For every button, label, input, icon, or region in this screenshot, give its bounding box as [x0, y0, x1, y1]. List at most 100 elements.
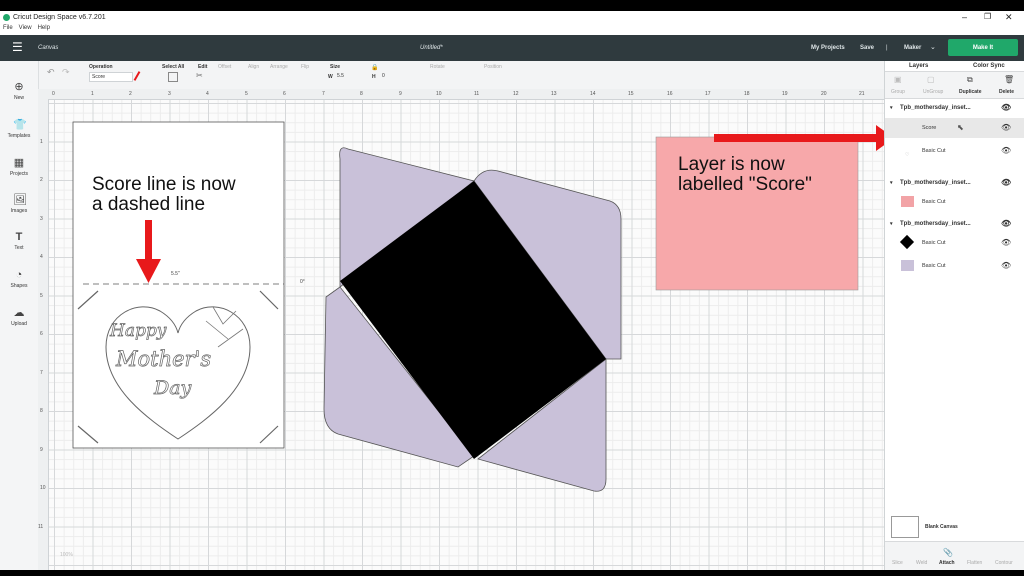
image-icon: 🖼	[13, 194, 27, 206]
flip-label: Flip	[301, 64, 310, 70]
chevron-down-icon[interactable]: ⌄	[930, 43, 936, 51]
arrow-right-head	[876, 125, 884, 151]
title-bar: Cricut Design Space v6.7.201 – ❐ ✕	[0, 11, 1024, 25]
close-icon[interactable]: ✕	[1005, 12, 1013, 23]
weld-button[interactable]: Weld	[916, 560, 927, 566]
layer-name: Basic Cut	[922, 240, 946, 246]
blank-canvas-label: Blank Canvas	[925, 524, 958, 530]
edit-toolbar: ↶ ↷ Operation Score Select All Edit ✂ Of…	[38, 61, 884, 90]
menu-view[interactable]: View	[19, 25, 32, 31]
delete-button[interactable]: Delete	[999, 89, 1014, 95]
save-button[interactable]: Save	[860, 45, 874, 51]
layer-group[interactable]: ▾ Tpb_mothersday_inset... 👁	[885, 219, 1024, 232]
ungroup-button[interactable]: UnGroup	[923, 89, 943, 95]
attach-icon[interactable]: 📎	[943, 548, 953, 557]
caret-down-icon[interactable]: ▾	[890, 180, 893, 186]
group-icon[interactable]: ▣	[894, 75, 902, 84]
design-canvas[interactable]: 0 1 2 3 4 5 6 7 8 9 10 11 12 13 14 15 16…	[38, 89, 884, 570]
operation-select[interactable]: Score	[89, 72, 133, 82]
ungroup-icon[interactable]: ▢	[927, 75, 935, 84]
contour-button[interactable]: Contour	[995, 560, 1013, 566]
height-label: H	[372, 74, 376, 80]
eye-icon[interactable]: 👁	[1001, 103, 1011, 112]
sidebar-item-upload[interactable]: ☁ Upload	[0, 307, 38, 327]
arrow-right-shaft	[714, 134, 876, 142]
duplicate-button[interactable]: Duplicate	[959, 89, 982, 95]
zoom-level[interactable]: 100%	[60, 552, 73, 558]
machine-select[interactable]: Maker	[904, 45, 921, 51]
position-label: Position	[484, 64, 502, 70]
flatten-button[interactable]: Flatten	[967, 560, 982, 566]
black-diamond-swatch	[899, 234, 915, 250]
sidebar-item-templates[interactable]: 👕 Templates	[0, 119, 38, 139]
menu-help[interactable]: Help	[38, 25, 50, 31]
panel-tabs: Layers Color Sync	[885, 61, 1024, 72]
width-label: W	[328, 74, 333, 80]
sidebar-item-projects[interactable]: ▦ Projects	[0, 157, 38, 177]
arrow-down-shaft	[145, 220, 152, 262]
app-header: ☰ Canvas Untitled* My Projects Save | Ma…	[0, 35, 1024, 61]
layer-group-name: Tpb_mothersday_inset...	[900, 221, 971, 227]
eye-icon[interactable]: 👁	[1001, 178, 1011, 187]
grid-icon: ▦	[13, 157, 25, 169]
edit-label: Edit	[198, 64, 208, 70]
tab-layers[interactable]: Layers	[909, 63, 928, 69]
card-panel[interactable]	[72, 121, 285, 449]
pen-icon[interactable]	[133, 71, 141, 81]
dimension-label: 5.5"	[171, 271, 180, 277]
layer-row[interactable]: Basic Cut 👁	[885, 256, 1024, 276]
select-all-icon[interactable]	[168, 72, 178, 82]
layer-name: Basic Cut	[922, 263, 946, 269]
menu-file[interactable]: File	[3, 25, 13, 31]
sidebar-item-text[interactable]: T Text	[0, 231, 38, 251]
layer-group-name: Tpb_mothersday_inset...	[900, 105, 971, 111]
make-it-button[interactable]: Make It	[948, 39, 1018, 56]
layer-name: Basic Cut	[922, 199, 946, 205]
minimize-icon[interactable]: –	[962, 12, 967, 22]
card-text-happy: Happy	[110, 321, 167, 342]
lilac-swatch	[901, 260, 914, 271]
shapes-icon: ◔	[15, 269, 23, 281]
duplicate-icon[interactable]: ⧉	[967, 75, 973, 85]
eye-icon[interactable]: 👁	[1001, 261, 1011, 270]
tab-color-sync[interactable]: Color Sync	[973, 63, 1005, 69]
attach-button[interactable]: Attach	[939, 560, 955, 566]
lock-icon[interactable]: 🔒	[371, 64, 378, 71]
eye-icon[interactable]: 👁	[1001, 219, 1011, 228]
group-button[interactable]: Group	[891, 89, 905, 95]
layer-name: Basic Cut	[922, 148, 946, 154]
layer-group-name: Tpb_mothersday_inset...	[900, 180, 971, 186]
layer-group[interactable]: ▾ Tpb_mothersday_inset... 👁	[885, 103, 1024, 116]
hamburger-icon[interactable]: ☰	[12, 40, 23, 54]
eye-icon[interactable]: 👁	[1001, 123, 1011, 132]
eye-icon[interactable]: 👁	[1001, 238, 1011, 247]
layer-row[interactable]: Basic Cut	[885, 192, 1024, 212]
menu-bar: File View Help	[0, 25, 1024, 35]
width-input[interactable]: 5.5	[335, 72, 353, 80]
select-all-label: Select All	[162, 64, 185, 70]
blank-canvas-swatch[interactable]	[891, 516, 919, 538]
sidebar-item-images[interactable]: 🖼 Images	[0, 194, 38, 214]
shirt-icon: 👕	[13, 119, 27, 131]
layer-row[interactable]: ♡ Basic Cut 👁	[885, 141, 1024, 161]
delete-icon[interactable]: 🗑	[1004, 75, 1014, 84]
card-text-day: Day	[154, 377, 192, 400]
cursor-icon: ⬉	[957, 123, 964, 132]
maximize-icon[interactable]: ❐	[984, 12, 991, 21]
height-input[interactable]: 0	[380, 72, 396, 80]
redo-icon[interactable]: ↷	[62, 67, 70, 78]
edit-scissors-icon[interactable]: ✂	[196, 71, 203, 80]
eye-icon[interactable]: 👁	[1001, 146, 1011, 155]
layer-row[interactable]: Basic Cut 👁	[885, 233, 1024, 253]
layer-name: Score	[922, 125, 937, 131]
caret-down-icon[interactable]: ▾	[890, 105, 893, 111]
panel-bottom-actions: Slice Weld 📎 Attach Flatten Contour	[885, 541, 1024, 570]
my-projects-link[interactable]: My Projects	[811, 45, 845, 51]
layer-group[interactable]: ▾ Tpb_mothersday_inset... 👁	[885, 178, 1024, 191]
caret-down-icon[interactable]: ▾	[890, 221, 893, 227]
sidebar-item-new[interactable]: ⊕ New	[0, 81, 38, 101]
slice-button[interactable]: Slice	[892, 560, 903, 566]
layer-row-score[interactable]: Score ⬉ 👁	[885, 118, 1024, 138]
undo-icon[interactable]: ↶	[47, 67, 55, 78]
sidebar-item-shapes[interactable]: ◔ Shapes	[0, 269, 38, 289]
